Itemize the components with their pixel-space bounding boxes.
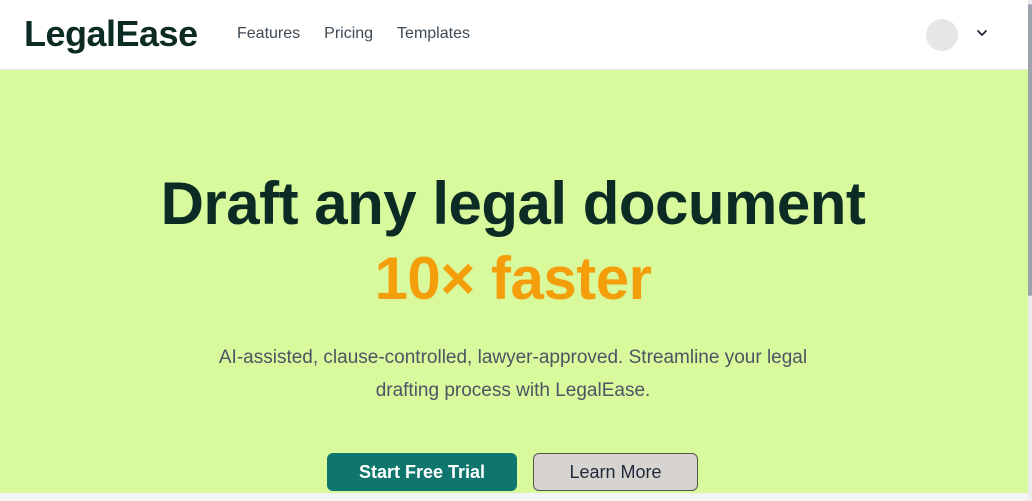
avatar[interactable] [926,19,958,51]
nav-link-templates[interactable]: Templates [397,24,470,44]
start-free-trial-button[interactable]: Start Free Trial [327,453,517,491]
bottom-strip [0,493,1028,501]
hero-subtext-line-2: drafting process with LegalEase. [375,380,651,401]
hero-headline: Draft any legal document [160,170,866,237]
hero-section: Draft any legal document 10× faster AI-a… [0,70,1028,493]
chevron-down-icon[interactable] [974,25,990,41]
navbar: LegalEase Features Pricing Templates [0,0,1028,70]
nav-links: Features Pricing Templates [237,24,470,44]
nav-link-pricing[interactable]: Pricing [324,24,373,44]
nav-link-features[interactable]: Features [237,24,300,44]
hero-subtext-line-1: AI-assisted, clause-controlled, lawyer-a… [218,347,808,368]
page: LegalEase Features Pricing Templates Dra… [0,0,1032,501]
learn-more-button[interactable]: Learn More [533,453,698,491]
scrollbar-thumb[interactable] [1028,4,1032,296]
brand-logo[interactable]: LegalEase [24,12,198,56]
hero-subtext: AI-assisted, clause-controlled, lawyer-a… [170,341,856,407]
hero-headline-accent: 10× faster [374,245,652,312]
